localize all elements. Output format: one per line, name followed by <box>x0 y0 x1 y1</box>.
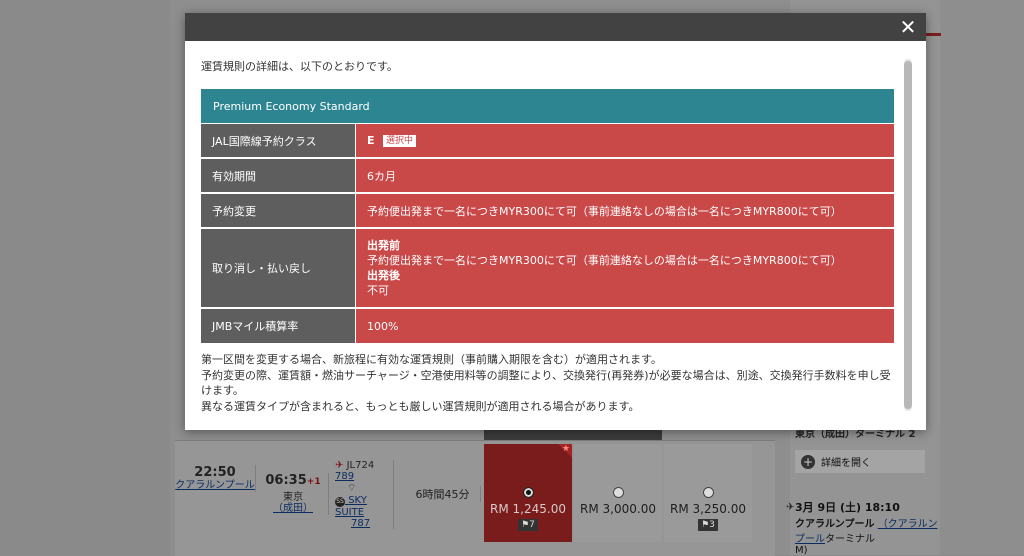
wifi-icon: ⌔ <box>347 483 357 494</box>
table-row: 取り消し・払い戻し 出発前 予約便出発まで一名につきMYR300にて可（事前連絡… <box>200 227 895 309</box>
fare-option[interactable]: RM 3,250.00 ⚑3 <box>664 444 752 542</box>
return-datetime: 3月 9日 (土) 18:10 <box>795 501 900 514</box>
fare-radio[interactable] <box>612 487 624 498</box>
fare-option-selected[interactable]: ★ RM 1,245.00 ⚑7 <box>484 444 572 542</box>
row-value: 予約便出発まで一名につきMYR300にて可（事前連絡なしの場合は一名につきMYR… <box>355 192 895 229</box>
row-value: E 選択中 <box>355 123 895 159</box>
row-label: 有効期間 <box>200 157 356 194</box>
note-line: 予約変更の際、運賃額・燃油サーチャージ・空港使用料等の調整により、交換発行(再発… <box>201 368 891 398</box>
notes: 第一区間を変更する場合、新旅程に有効な運賃規則（事前購入期限を含む）が適用されま… <box>201 352 895 414</box>
flight-number: JL724 <box>346 460 375 471</box>
table-row: JAL国際線予約クラス E 選択中 <box>200 123 895 159</box>
note-line: 異なる運賃タイプが含まれると、もっとも厳しい運賃規則が適用される場合があります。 <box>201 399 640 413</box>
row-value: 100% <box>355 307 895 345</box>
star-icon: ★ <box>561 444 570 454</box>
row-label: JAL国際線予約クラス <box>200 123 356 159</box>
table-row: 有効期間 6カ月 <box>200 157 895 194</box>
itinerary-side: 東京（成田）ターミナル 2 + 詳細を開く 3月 9日 (土) 18:10 クア… <box>795 425 940 556</box>
row-label: JMBマイル積算率 <box>200 307 356 345</box>
row-value: 6カ月 <box>355 157 895 194</box>
scrollbar-thumb[interactable] <box>904 61 912 409</box>
departure-time: 22:50 <box>194 465 236 480</box>
return-tail: M) <box>795 545 808 556</box>
before-departure-heading: 出発前 <box>367 239 400 252</box>
booking-class: E <box>367 133 375 147</box>
seat-icon: ⚑ <box>701 520 710 530</box>
cabin-product-link[interactable]: SS SKY SUITE <box>335 495 393 518</box>
fare-price: RM 3,000.00 <box>580 502 656 516</box>
plane-icon: ✈ <box>786 502 795 513</box>
fare-radio[interactable] <box>702 487 714 498</box>
intro-text: 運賃規則の詳細は、以下のとおりです。 <box>201 60 398 73</box>
fare-name-header: Premium Economy Standard <box>200 88 895 124</box>
seat-icon: ⚑ <box>521 520 530 530</box>
arrival-airport-link[interactable]: （成田） <box>258 503 328 515</box>
aircraft-link[interactable]: 789 <box>335 471 393 482</box>
modal-body: 運賃規則の詳細は、以下のとおりです。 Premium Economy Stand… <box>200 41 895 430</box>
arrival-time: 06:35 <box>265 473 307 488</box>
modal-header: ✕ <box>185 13 926 41</box>
left-margin <box>0 0 170 555</box>
seats-remaining-badge: ⚑3 <box>698 519 718 531</box>
duration-cell: 6時間45分 <box>405 486 481 502</box>
departure-place-link[interactable]: クアラルンプール <box>175 480 255 492</box>
selected-badge: 選択中 <box>382 133 418 148</box>
return-terminal: ターミナル <box>825 534 875 545</box>
arrival-day-offset: +1 <box>306 477 321 487</box>
expand-details-label: 詳細を開く <box>821 458 871 469</box>
fare-option[interactable]: RM 3,000.00 <box>574 444 662 542</box>
fare-rules-modal: ✕ 運賃規則の詳細は、以下のとおりです。 Premium Economy Sta… <box>185 13 926 430</box>
fare-price: RM 3,250.00 <box>670 502 746 516</box>
expand-details-button[interactable]: + 詳細を開く <box>795 450 925 473</box>
return-airport: クアラルンプール <box>795 519 875 530</box>
note-line: 第一区間を変更する場合、新旅程に有効な運賃規則（事前購入期限を含む）が適用されま… <box>201 353 662 366</box>
row-label: 取り消し・払い戻し <box>200 227 356 309</box>
jal-crane-icon: ✈ <box>335 460 344 471</box>
close-button[interactable]: ✕ <box>898 16 918 38</box>
flight-info-cell: ✈ JL724 789 ⌔ SS SKY SUITE 787 <box>335 460 394 529</box>
after-departure-heading: 出発後 <box>367 269 400 282</box>
modal-scrollbar[interactable] <box>904 59 912 411</box>
before-departure-text: 予約便出発まで一名につきMYR300にて可（事前連絡なしの場合は一名につきMYR… <box>367 254 842 267</box>
table-row: 予約変更 予約便出発まで一名につきMYR300にて可（事前連絡なしの場合は一名に… <box>200 192 895 229</box>
arrival-city: 東京 <box>283 492 303 503</box>
table-row: JMBマイル積算率 100% <box>200 307 895 345</box>
ss-icon: SS <box>335 497 345 507</box>
row-value: 出発前 予約便出発まで一名につきMYR300にて可（事前連絡なしの場合は一名につ… <box>355 227 895 309</box>
fare-price: RM 1,245.00 <box>490 502 566 516</box>
seats-remaining-badge: ⚑7 <box>518 519 538 531</box>
after-departure-text: 不可 <box>367 284 389 297</box>
fare-radio-selected[interactable] <box>522 487 534 498</box>
fare-rules-table: Premium Economy Standard JAL国際線予約クラス E 選… <box>200 88 895 345</box>
plus-icon: + <box>801 454 815 469</box>
departure-cell: 22:50 クアラルンプール <box>175 465 256 492</box>
cabin-aircraft-link[interactable]: 787 <box>335 518 393 529</box>
row-label: 予約変更 <box>200 192 356 229</box>
arrival-cell: 06:35+1 東京 （成田） <box>258 473 329 515</box>
